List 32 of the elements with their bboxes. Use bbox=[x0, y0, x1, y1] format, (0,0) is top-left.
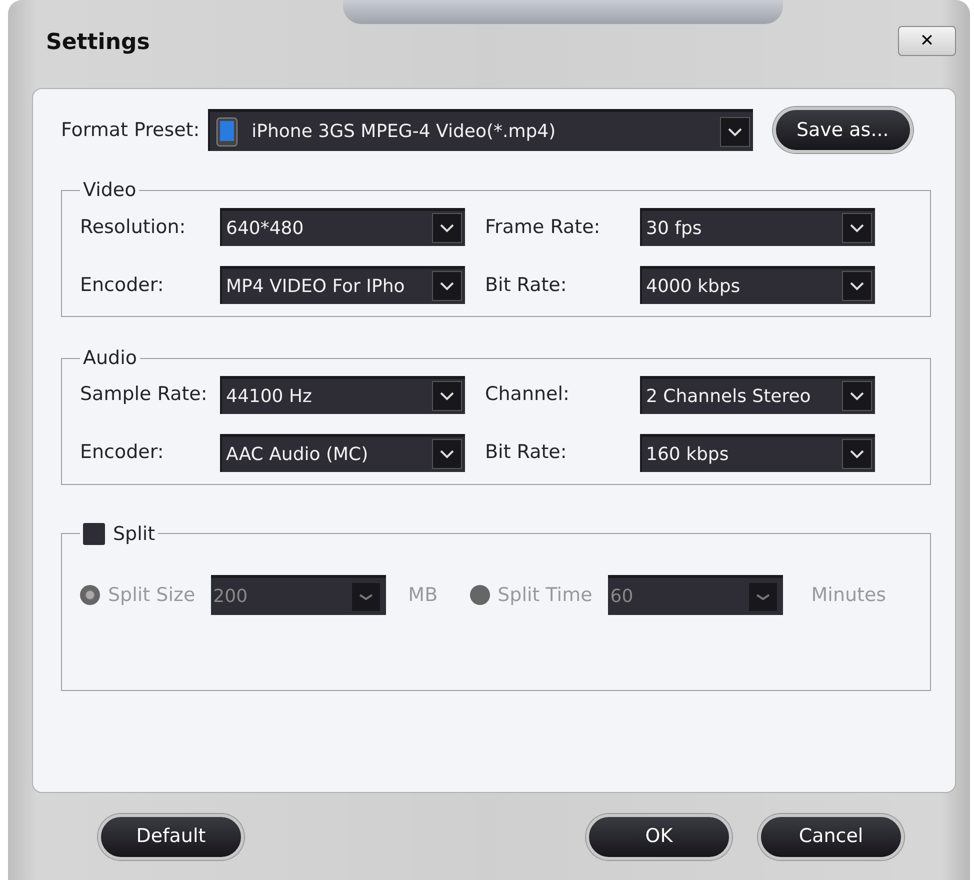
default-button[interactable]: Default bbox=[98, 814, 244, 860]
unit-label: MB bbox=[408, 583, 438, 608]
save-as-button[interactable]: Save as... bbox=[772, 107, 913, 153]
dropdown[interactable]: iPhone 3GS MPEG-4 Video(*.mp4) bbox=[208, 109, 753, 151]
ok-button[interactable]: OK bbox=[586, 814, 732, 860]
group-title: Audio bbox=[82, 346, 138, 370]
cancel-button[interactable]: Cancel bbox=[758, 814, 904, 860]
unit-label: Minutes bbox=[811, 583, 886, 608]
dropdown[interactable]: 160 kbps bbox=[640, 434, 875, 472]
radio-label: Split Size bbox=[108, 583, 196, 608]
window-title: Settings bbox=[46, 29, 150, 57]
field-label: Encoder: bbox=[80, 440, 165, 466]
field-label: Sample Rate: bbox=[80, 382, 208, 408]
field-label: Frame Rate: bbox=[485, 214, 602, 240]
phone-icon bbox=[216, 116, 238, 146]
dropdown[interactable]: 44100 Hz bbox=[220, 376, 465, 414]
field-label: Bit Rate: bbox=[485, 272, 568, 298]
group-title: Video bbox=[82, 179, 138, 202]
dropdown[interactable]: 30 fps bbox=[640, 208, 875, 246]
close-button[interactable]: ✕ bbox=[898, 26, 956, 56]
field-label: Channel: bbox=[485, 382, 570, 408]
field-label: Encoder: bbox=[80, 272, 165, 298]
dropdown[interactable]: 2 Channels Stereo bbox=[640, 376, 875, 414]
dropdown[interactable]: MP4 VIDEO For IPho bbox=[220, 266, 465, 304]
dropdown[interactable]: 640*480 bbox=[220, 208, 465, 246]
format-preset-label: Format Preset: bbox=[61, 118, 200, 143]
radio-label: Split Time bbox=[498, 583, 592, 608]
field-label: Resolution: bbox=[80, 214, 187, 240]
field-label: Bit Rate: bbox=[485, 440, 568, 466]
dropdown[interactable]: 4000 kbps bbox=[640, 266, 875, 304]
split-label: Split bbox=[113, 522, 156, 546]
dropdown[interactable]: AAC Audio (MC) bbox=[220, 434, 465, 472]
